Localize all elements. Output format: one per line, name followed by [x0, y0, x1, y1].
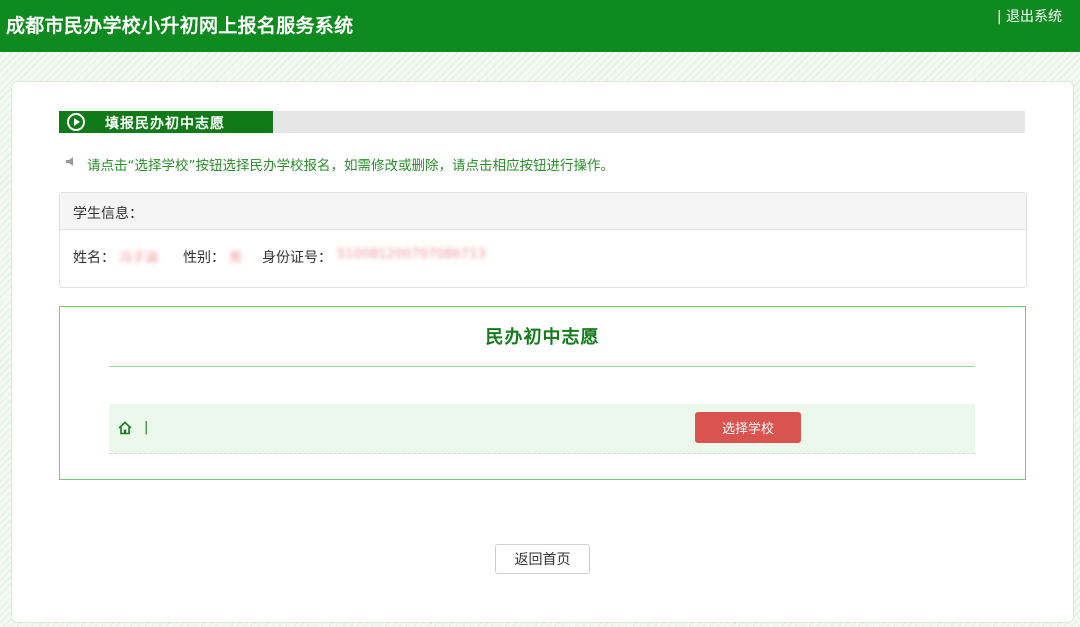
top-bar: 成都市民办学校小升初网上报名服务系统 | 退出系统 — [0, 0, 1080, 52]
gender-label: 性别： — [183, 250, 225, 266]
back-home-button[interactable]: 返回首页 — [495, 544, 590, 574]
row-separator: | — [144, 420, 149, 435]
section-tab: 填报民办初中志愿 — [59, 111, 273, 133]
notice-text: 请点击“选择学校”按钮选择民办学校报名，如需修改或删除，请点击相应按钮进行操作。 — [87, 158, 614, 174]
speaker-icon — [66, 157, 73, 166]
student-info-card: 学生信息： 姓名： 冯子涵 性别： 男 身份证号： 51008120070708… — [59, 192, 1027, 288]
select-school-button[interactable]: 选择学校 — [695, 412, 801, 443]
choice-title: 民办初中志愿 — [485, 327, 600, 348]
choice-divider — [109, 366, 975, 367]
gender-value: 男 — [229, 251, 243, 266]
choice-row: | 选择学校 — [109, 404, 975, 454]
play-circle-icon — [67, 113, 85, 131]
name-value: 冯子涵 — [119, 251, 159, 266]
id-label: 身份证号： — [262, 250, 332, 266]
name-label: 姓名： — [73, 250, 115, 266]
student-card-title: 学生信息： — [73, 206, 143, 222]
choice-box: 民办初中志愿 | 选择学校 — [59, 306, 1026, 480]
student-card-header: 学生信息： — [60, 193, 1026, 230]
home-icon — [118, 421, 132, 435]
section-title: 填报民办初中志愿 — [105, 116, 225, 132]
main-panel: 填报民办初中志愿 请点击“选择学校”按钮选择民办学校报名，如需修改或删除，请点击… — [11, 81, 1074, 623]
section-header: 填报民办初中志愿 — [59, 111, 1025, 133]
logout-link[interactable]: | 退出系统 — [997, 6, 1062, 26]
app-title: 成都市民办学校小升初网上报名服务系统 — [6, 15, 354, 37]
id-value: 510081200707086713 — [337, 247, 486, 262]
